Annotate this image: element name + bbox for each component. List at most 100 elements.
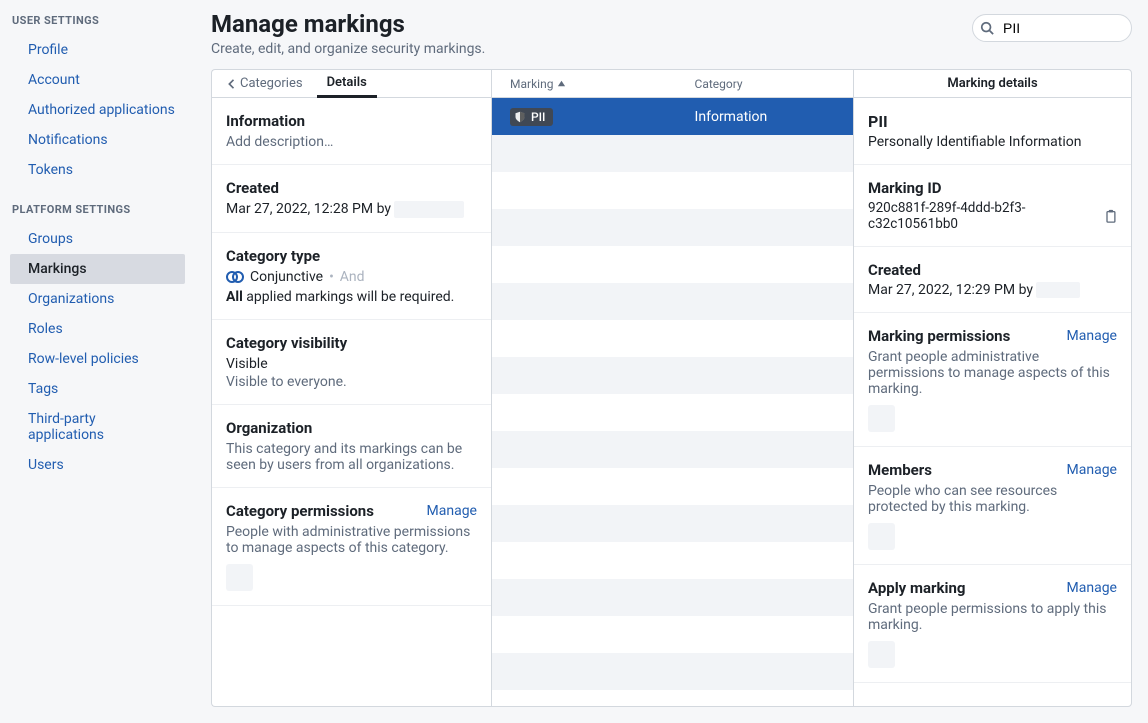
visibility-title: Category visibility <box>226 334 477 352</box>
table-row[interactable] <box>492 653 853 690</box>
category-panel-header: Categories Details <box>212 70 491 98</box>
created-value: Mar 27, 2022, 12:28 PM by <box>226 201 477 218</box>
manage-category-permissions-button[interactable]: Manage <box>427 503 477 519</box>
table-row[interactable] <box>492 616 853 653</box>
marking-details-header: Marking details <box>854 70 1131 98</box>
section-category-type: Category type Conjunctive • And All appl… <box>212 233 491 320</box>
table-row[interactable] <box>492 579 853 616</box>
marking-created-value: Mar 27, 2022, 12:29 PM by <box>868 282 1117 298</box>
sidebar-item-row-level-policies[interactable]: Row-level policies <box>10 344 185 374</box>
category-panel: Categories Details Information Add descr… <box>211 69 491 707</box>
marking-permissions-note: Grant people administrative permissions … <box>868 349 1117 397</box>
search-input[interactable] <box>972 14 1132 42</box>
main: Manage markings Create, edit, and organi… <box>195 0 1148 723</box>
section-marking-name: PII Personally Identifiable Information <box>854 98 1131 165</box>
section-members: Members Manage People who can see resour… <box>854 447 1131 565</box>
table-row[interactable] <box>492 320 853 357</box>
copy-marking-id-button[interactable] <box>1104 209 1117 223</box>
members-note: People who can see resources protected b… <box>868 483 1117 515</box>
category-type-value: Conjunctive <box>250 269 323 285</box>
category-permissions-avatar <box>226 564 253 591</box>
marking-row-pii[interactable]: PII Information <box>492 98 853 135</box>
tab-details[interactable]: Details <box>317 71 377 98</box>
marking-row-pii-mark: PII <box>492 108 691 126</box>
information-description[interactable]: Add description… <box>226 134 477 150</box>
sidebar-item-organizations[interactable]: Organizations <box>10 284 185 314</box>
shield-icon <box>514 111 526 123</box>
breadcrumb-categories[interactable]: Categories <box>212 76 317 91</box>
markings-list-body: PII Information <box>492 98 853 706</box>
search-wrap <box>972 14 1132 42</box>
organization-note: This category and its markings can be se… <box>226 441 477 473</box>
marking-created-label: Created <box>868 261 1117 279</box>
sidebar-item-notifications[interactable]: Notifications <box>10 125 185 155</box>
section-category-permissions: Category permissions Manage People with … <box>212 488 491 606</box>
category-body: Information Add description… Created Mar… <box>212 98 491 706</box>
page-header-text: Manage markings Create, edit, and organi… <box>211 10 485 57</box>
table-row[interactable] <box>492 246 853 283</box>
search-icon <box>980 21 994 35</box>
category-permissions-title: Category permissions <box>226 502 374 520</box>
marking-description: Personally Identifiable Information <box>868 134 1117 150</box>
section-marking-created: Created Mar 27, 2022, 12:29 PM by <box>854 247 1131 313</box>
category-type-value-row: Conjunctive • And <box>226 269 477 285</box>
category-type-note: All applied markings will be required. <box>226 289 477 305</box>
marking-id-row: 920c881f-289f-4ddd-b2f3-c32c10561bb0 <box>868 200 1117 232</box>
apply-marking-label: Apply marking <box>868 579 965 597</box>
manage-members-button[interactable]: Manage <box>1067 462 1117 478</box>
marking-permissions-avatar <box>868 405 895 432</box>
marking-details-body: PII Personally Identifiable Information … <box>854 98 1131 706</box>
sidebar: USER SETTINGS Profile Account Authorized… <box>0 0 195 723</box>
sidebar-item-tags[interactable]: Tags <box>10 374 185 404</box>
sidebar-user-section: USER SETTINGS Profile Account Authorized… <box>0 14 195 185</box>
table-row[interactable] <box>492 135 853 172</box>
table-row[interactable] <box>492 357 853 394</box>
markings-list-header: Marking Category <box>492 70 853 98</box>
sidebar-platform-title: PLATFORM SETTINGS <box>0 203 195 224</box>
apply-marking-note: Grant people permissions to apply this m… <box>868 601 1117 633</box>
sort-asc-icon <box>557 79 566 88</box>
section-marking-permissions: Marking permissions Manage Grant people … <box>854 313 1131 447</box>
sidebar-item-authorized-applications[interactable]: Authorized applications <box>10 95 185 125</box>
section-organization: Organization This category and its marki… <box>212 405 491 488</box>
table-row[interactable] <box>492 283 853 320</box>
table-row[interactable] <box>492 542 853 579</box>
marking-pill-label: PII <box>531 110 545 124</box>
sidebar-item-markings[interactable]: Markings <box>10 254 185 284</box>
sidebar-item-profile[interactable]: Profile <box>10 35 185 65</box>
sidebar-item-third-party-applications[interactable]: Third-party applications <box>10 404 185 450</box>
table-row[interactable] <box>492 172 853 209</box>
sidebar-item-tokens[interactable]: Tokens <box>10 155 185 185</box>
page-header: Manage markings Create, edit, and organi… <box>195 10 1148 69</box>
manage-apply-marking-button[interactable]: Manage <box>1067 580 1117 596</box>
sidebar-platform-section: PLATFORM SETTINGS Groups Markings Organi… <box>0 203 195 480</box>
members-label: Members <box>868 461 932 479</box>
marking-id-label: Marking ID <box>868 179 1117 197</box>
table-row[interactable] <box>492 505 853 542</box>
created-title: Created <box>226 179 477 197</box>
column-marking-sort[interactable]: Marking <box>492 77 691 91</box>
table-row[interactable] <box>492 431 853 468</box>
table-row[interactable] <box>492 468 853 505</box>
sidebar-user-title: USER SETTINGS <box>0 14 195 35</box>
table-row[interactable] <box>492 209 853 246</box>
section-visibility: Category visibility Visible Visible to e… <box>212 320 491 405</box>
marking-permissions-label: Marking permissions <box>868 327 1010 345</box>
sidebar-item-groups[interactable]: Groups <box>10 224 185 254</box>
sidebar-item-account[interactable]: Account <box>10 65 185 95</box>
section-marking-id: Marking ID 920c881f-289f-4ddd-b2f3-c32c1… <box>854 165 1131 247</box>
manage-marking-permissions-button[interactable]: Manage <box>1067 328 1117 344</box>
column-category-label[interactable]: Category <box>691 77 853 91</box>
sidebar-item-users[interactable]: Users <box>10 450 185 480</box>
visibility-note: Visible to everyone. <box>226 374 477 390</box>
clipboard-icon <box>1104 209 1117 223</box>
organization-title: Organization <box>226 419 477 437</box>
markings-list-panel: Marking Category PII Information <box>491 69 853 707</box>
table-row[interactable] <box>492 394 853 431</box>
section-information: Information Add description… <box>212 98 491 165</box>
sidebar-item-roles[interactable]: Roles <box>10 314 185 344</box>
marking-id-value: 920c881f-289f-4ddd-b2f3-c32c10561bb0 <box>868 200 1098 232</box>
column-marking-label: Marking <box>510 77 553 91</box>
members-avatar <box>868 523 895 550</box>
category-type-and: And <box>340 269 365 285</box>
